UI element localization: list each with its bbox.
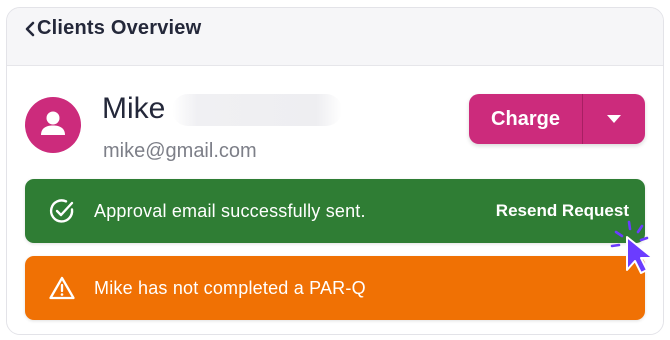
warning-alert: Mike has not completed a PAR-Q: [25, 256, 645, 320]
charge-dropdown-button[interactable]: [583, 94, 645, 144]
warning-message: Mike has not completed a PAR-Q: [94, 277, 366, 298]
resend-request-link[interactable]: Resend Request: [496, 201, 629, 221]
check-circle-icon: [47, 196, 77, 226]
page-title: Clients Overview: [37, 17, 202, 39]
person-icon: [38, 108, 68, 143]
chevron-left-icon: [24, 21, 36, 42]
charge-button-group: Charge: [469, 94, 645, 144]
client-email: mike@gmail.com: [103, 140, 257, 162]
client-card: Mike mike@gmail.com Charge Approval emai…: [7, 65, 663, 334]
client-overview-panel: Clients Overview Mike mike@gmail.com Cha…: [6, 7, 664, 335]
charge-button[interactable]: Charge: [469, 94, 582, 144]
redacted-name-blur: [172, 94, 342, 126]
header-bar: Clients Overview: [7, 8, 663, 66]
success-message: Approval email successfully sent.: [94, 200, 366, 221]
client-name: Mike: [102, 92, 166, 125]
success-alert: Approval email successfully sent. Resend…: [25, 179, 645, 243]
warning-triangle-icon: [47, 273, 77, 303]
avatar: [25, 97, 81, 153]
caret-down-icon: [607, 110, 621, 128]
